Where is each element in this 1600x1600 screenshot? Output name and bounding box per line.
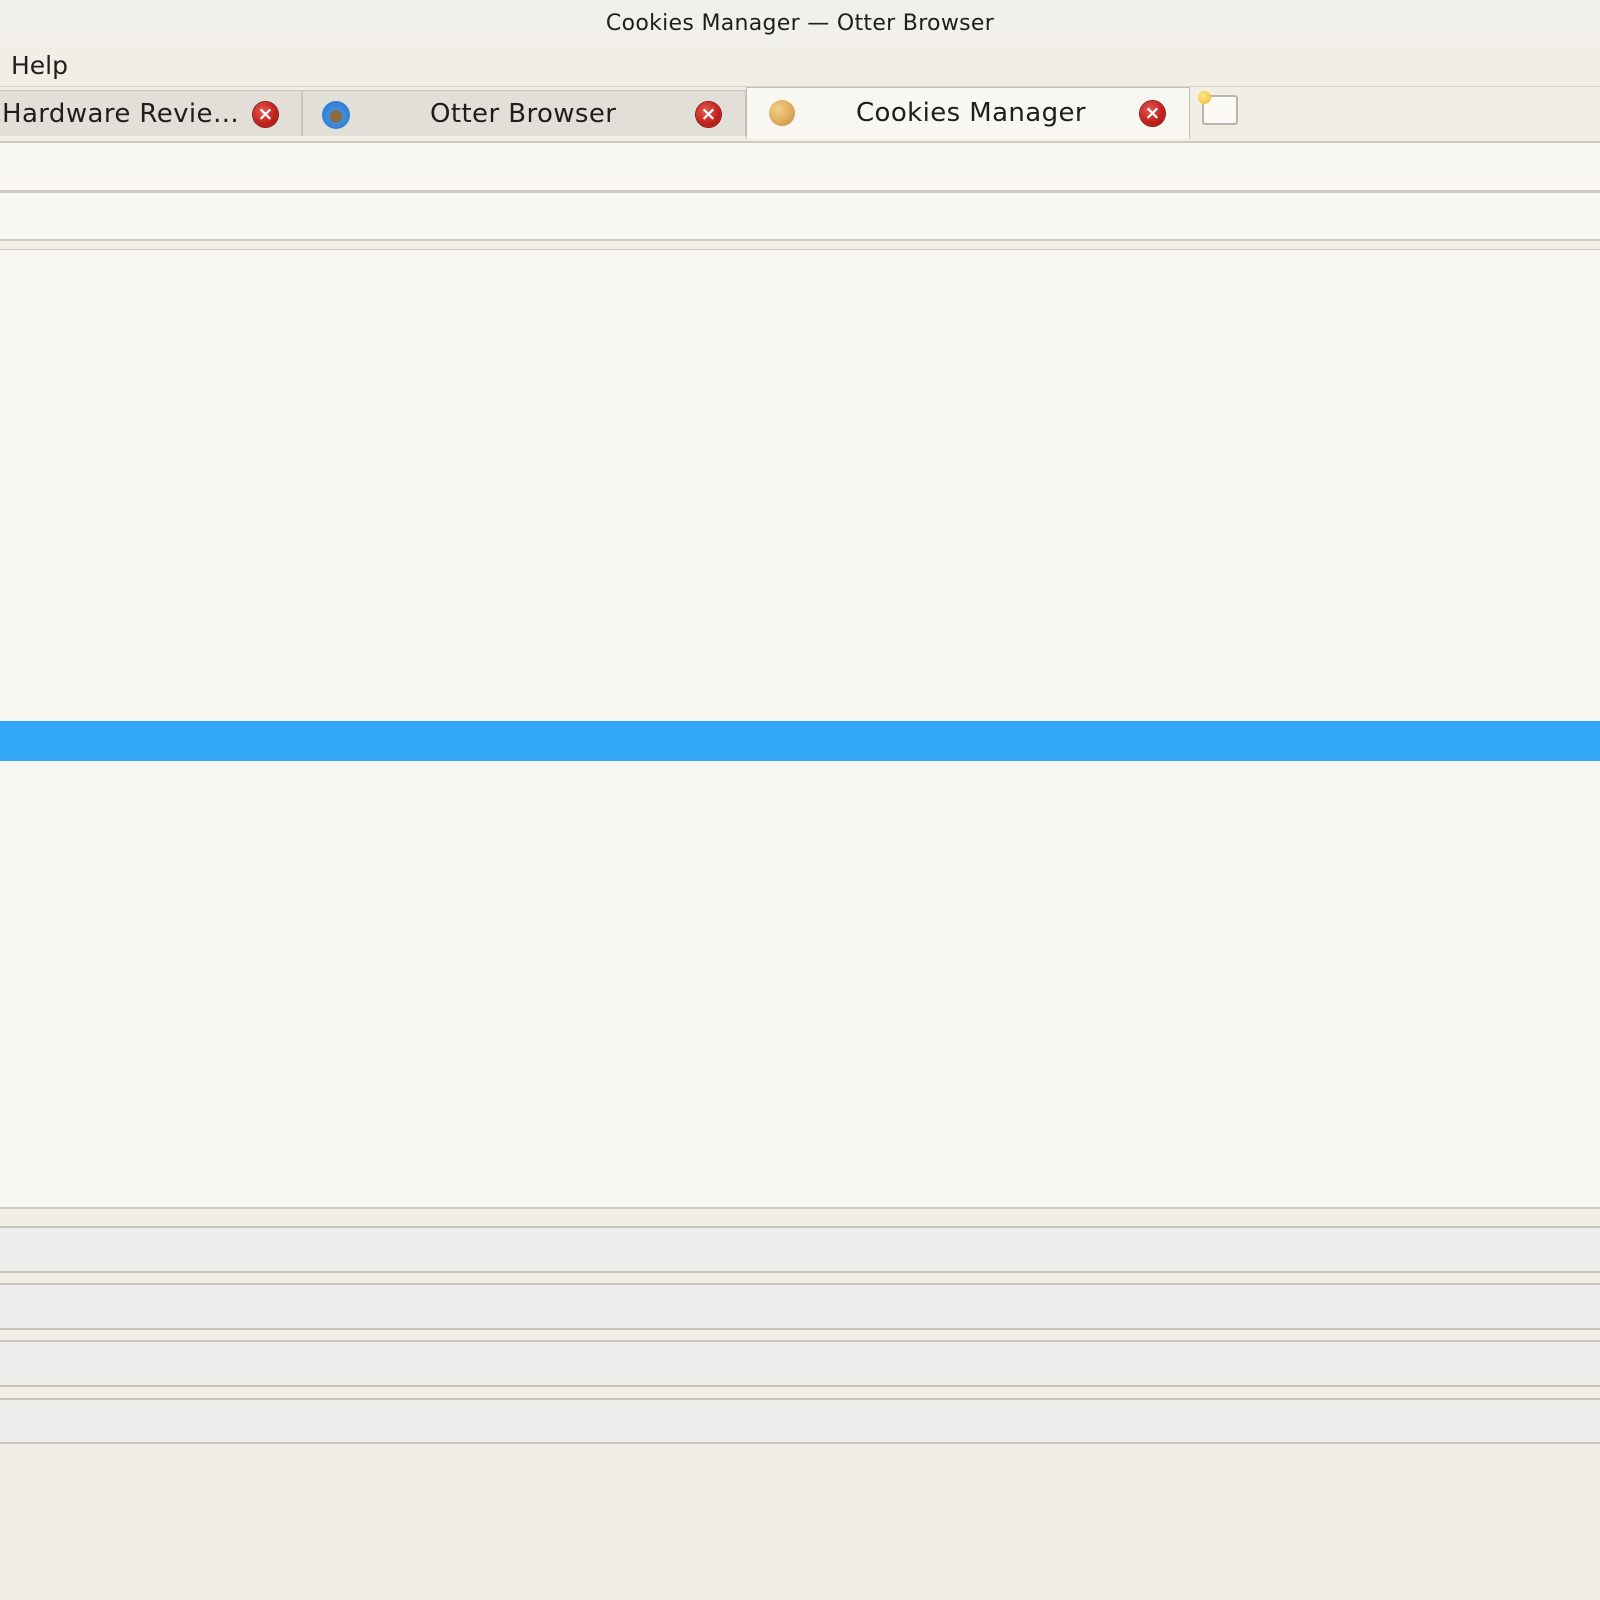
new-tab-icon[interactable]	[1198, 91, 1238, 125]
filter-strip	[0, 192, 1600, 241]
close-tab-icon[interactable]: ×	[696, 102, 721, 127]
cookies-list[interactable]	[0, 249, 1600, 1209]
otter-icon	[322, 101, 350, 129]
tab-label: Hardware Revie…	[2, 99, 240, 129]
menu-help[interactable]: Help	[11, 49, 68, 83]
detail-field-3[interactable]	[0, 1340, 1600, 1387]
toolbar-strip	[0, 142, 1600, 192]
tab-hardware-review[interactable]: Hardware Revie… ×	[0, 90, 302, 136]
menu-bar: Help	[0, 46, 1600, 87]
window-titlebar: Cookies Manager — Otter Browser	[0, 0, 1600, 46]
detail-field-1[interactable]	[0, 1226, 1600, 1273]
cookie-icon	[769, 100, 795, 126]
tab-bar: Hardware Revie… × Otter Browser × Cookie…	[0, 87, 1600, 143]
tab-cookies-manager[interactable]: Cookies Manager ×	[746, 87, 1190, 139]
detail-field-4[interactable]	[0, 1398, 1600, 1444]
tab-label: Cookies Manager	[856, 98, 1087, 128]
close-tab-icon[interactable]: ×	[1140, 101, 1165, 126]
selected-list-row[interactable]	[0, 721, 1600, 761]
tab-otter-browser[interactable]: Otter Browser ×	[302, 90, 746, 136]
browser-window: Cookies Manager — Otter Browser Help Har…	[0, 0, 1600, 1600]
close-tab-icon[interactable]: ×	[253, 102, 278, 127]
detail-field-2[interactable]	[0, 1283, 1600, 1330]
tab-label: Otter Browser	[430, 99, 617, 129]
window-title: Cookies Manager — Otter Browser	[605, 10, 995, 36]
